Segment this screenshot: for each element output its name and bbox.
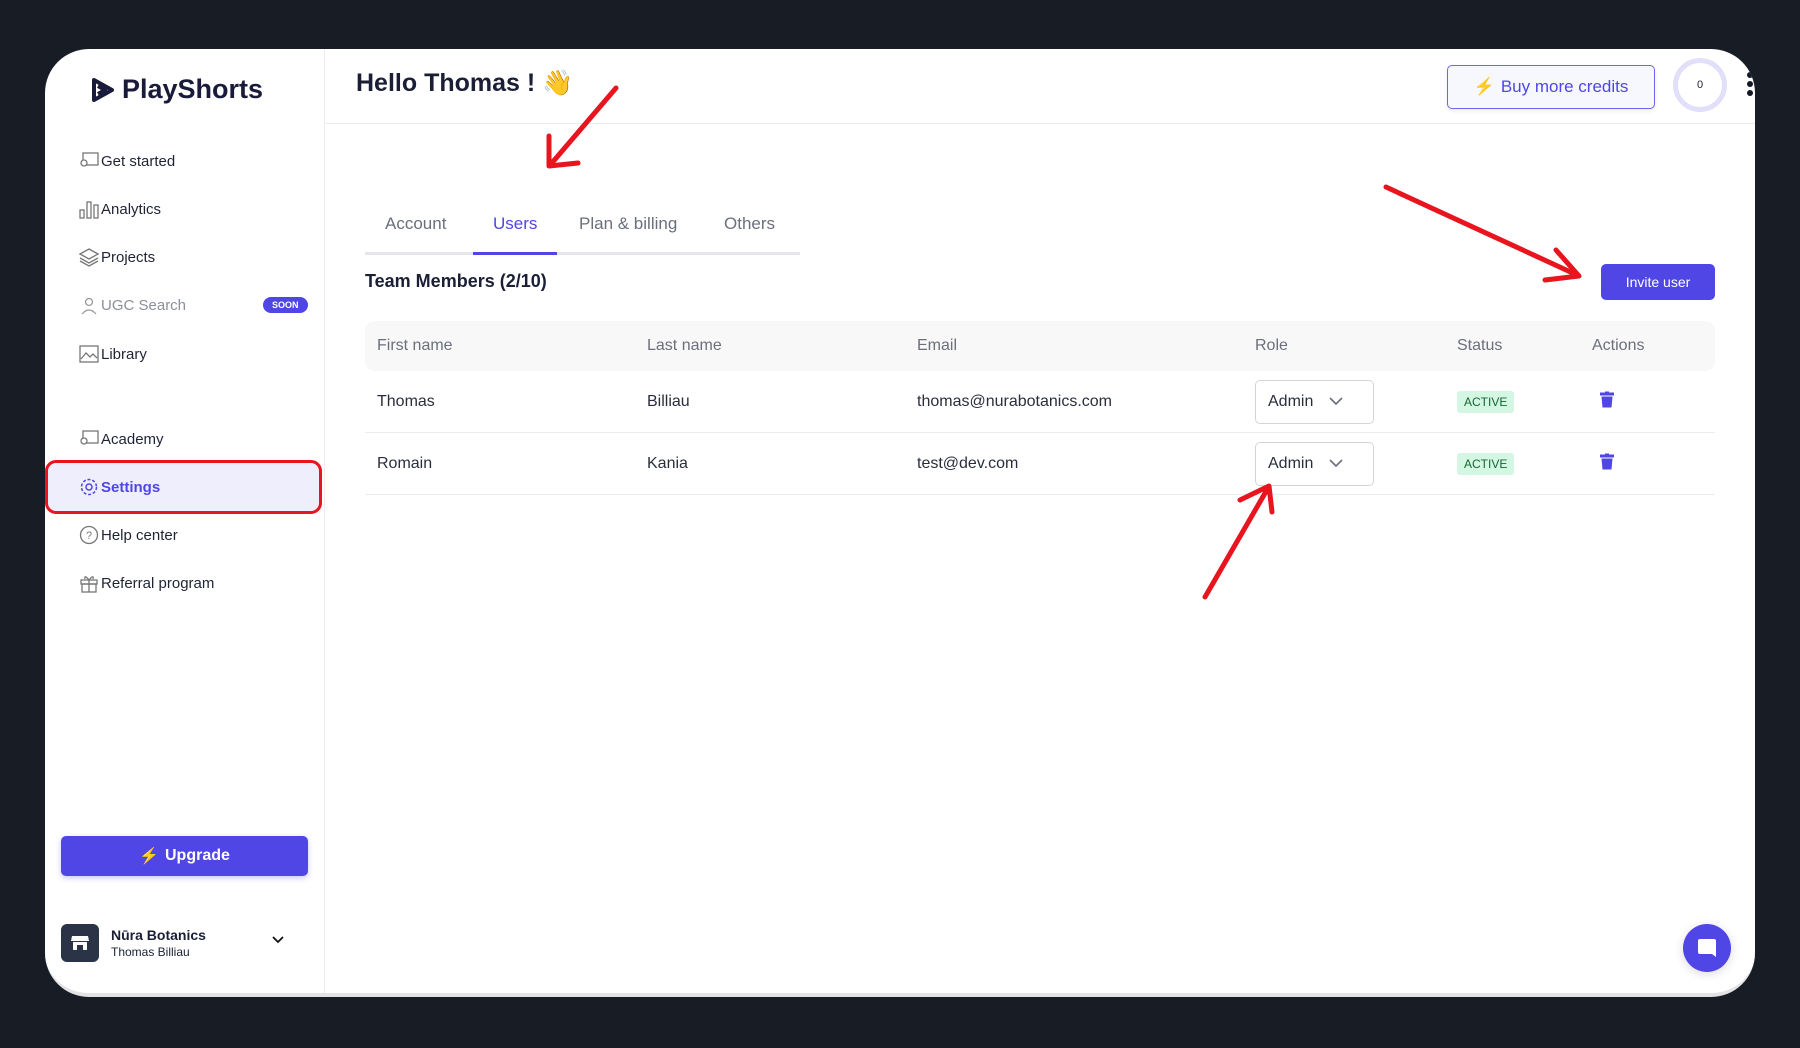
status-badge: ACTIVE — [1457, 390, 1515, 413]
chevron-down-icon — [271, 932, 285, 948]
workspace-name: Nūra Botanics — [111, 927, 206, 943]
help-circle-icon: ? — [78, 524, 100, 546]
table-row: Thomas Billiau thomas@nurabotanics.com A… — [365, 371, 1715, 433]
settings-tabs: Account Users Plan & billing Others — [365, 209, 800, 255]
last-name: Kania — [647, 454, 688, 472]
chevron-down-icon — [1328, 393, 1344, 411]
sidebar-item-projects[interactable]: Projects — [48, 233, 319, 281]
invite-user-button[interactable]: Invite user — [1601, 264, 1715, 300]
chevron-down-icon — [1328, 455, 1344, 473]
presentation-icon — [78, 428, 100, 450]
tab-account[interactable]: Account — [385, 214, 446, 255]
last-name: Billiau — [647, 392, 690, 410]
bar-chart-icon — [78, 198, 100, 220]
buy-more-credits-button[interactable]: ⚡ Buy more credits — [1447, 65, 1655, 109]
soon-badge: SOON — [263, 297, 308, 313]
role-value: Admin — [1268, 393, 1314, 410]
column-header: Email — [917, 337, 958, 354]
store-icon — [61, 924, 99, 962]
column-header: Status — [1457, 337, 1503, 354]
logo[interactable]: PlayShorts — [92, 74, 263, 105]
team-members-table: First name Last name Email Role Status A… — [365, 321, 1715, 495]
play-logo-icon — [92, 77, 114, 102]
workspace-user: Thomas Billiau — [111, 945, 190, 959]
column-header: Actions — [1592, 337, 1645, 354]
brand-name: PlayShorts — [122, 74, 264, 104]
team-members-title: Team Members (2/10) — [365, 271, 547, 291]
tab-users[interactable]: Users — [473, 214, 558, 255]
chat-bubble-icon — [1698, 939, 1716, 957]
sidebar-item-library[interactable]: Library — [48, 330, 319, 378]
role-value: Admin — [1268, 455, 1314, 472]
role-select[interactable]: Admin — [1255, 442, 1374, 486]
upgrade-button[interactable]: ⚡ Upgrade — [61, 836, 308, 876]
user-search-icon — [78, 294, 100, 316]
gear-icon — [78, 476, 100, 498]
workspace-switcher[interactable]: Nūra Botanics Thomas Billiau — [61, 924, 308, 964]
email: test@dev.com — [917, 454, 1019, 472]
table-header: First name Last name Email Role Status A… — [365, 321, 1715, 371]
lightning-icon: ⚡ — [139, 848, 159, 865]
sidebar-item-help-center[interactable]: ? Help center — [48, 511, 319, 559]
top-header: Hello Thomas ! 👋 ⚡ Buy more credits 0 — [326, 49, 1755, 124]
email: thomas@nurabotanics.com — [917, 392, 1112, 410]
lightning-icon: ⚡ — [1473, 77, 1495, 96]
chat-support-button[interactable] — [1683, 924, 1731, 972]
column-header: First name — [377, 337, 453, 354]
sidebar-item-get-started[interactable]: Get started — [48, 137, 319, 185]
trash-icon[interactable] — [1600, 453, 1614, 474]
first-name: Romain — [377, 454, 433, 472]
sidebar-item-academy[interactable]: Academy — [48, 415, 319, 463]
tab-others[interactable]: Others — [724, 214, 775, 255]
tab-plan-billing[interactable]: Plan & billing — [579, 214, 677, 255]
presentation-icon — [78, 150, 100, 172]
sidebar: PlayShorts Get started Analytics Project… — [45, 49, 325, 993]
trash-icon[interactable] — [1600, 391, 1614, 412]
sidebar-item-settings[interactable]: Settings — [45, 460, 322, 514]
image-icon — [78, 343, 100, 365]
app-window: PlayShorts Get started Analytics Project… — [45, 49, 1755, 997]
apps-grid-icon[interactable] — [1747, 72, 1755, 96]
gift-icon — [78, 572, 100, 594]
column-header: Last name — [647, 337, 722, 354]
status-badge: ACTIVE — [1457, 452, 1515, 475]
column-header: Role — [1255, 337, 1288, 354]
sidebar-item-ugc-search[interactable]: UGC Search SOON — [48, 281, 319, 329]
layers-icon — [78, 246, 100, 268]
credits-indicator[interactable]: 0 — [1673, 58, 1727, 112]
role-select[interactable]: Admin — [1255, 380, 1374, 424]
greeting-title: Hello Thomas ! 👋 — [356, 69, 574, 97]
sidebar-item-analytics[interactable]: Analytics — [48, 185, 319, 233]
sidebar-item-referral-program[interactable]: Referral program — [48, 559, 319, 607]
first-name: Thomas — [377, 392, 435, 410]
table-row: Romain Kania test@dev.com Admin ACTIVE — [365, 433, 1715, 495]
svg-text:?: ? — [86, 530, 92, 542]
